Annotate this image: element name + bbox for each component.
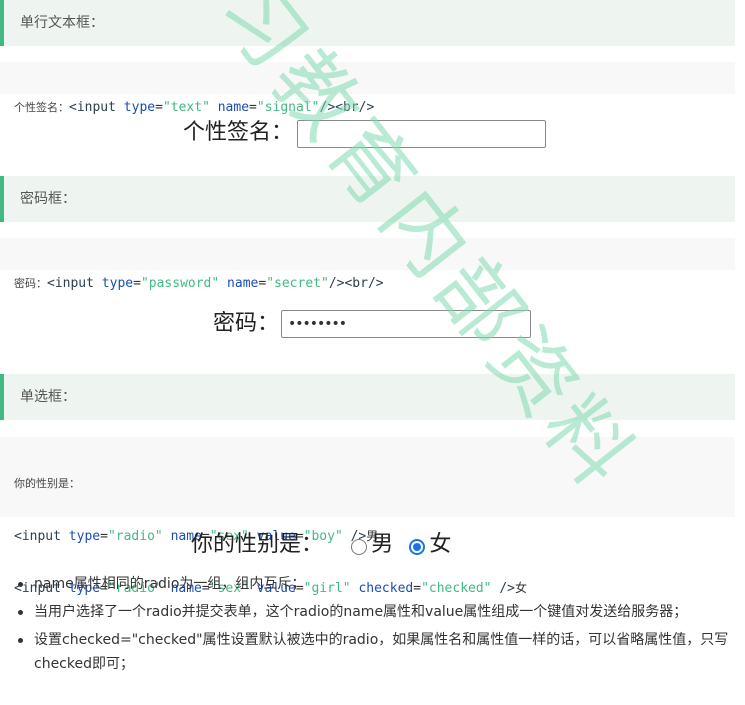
- code-tag: <input: [69, 100, 116, 115]
- bullet-icon: [18, 582, 23, 587]
- code-comment: 你的性别是：: [14, 477, 80, 490]
- code-string: "radio": [107, 529, 163, 544]
- code-string: "text": [162, 100, 210, 115]
- code-block-radio: 你的性别是： <input type="radio" name="sex" va…: [0, 437, 735, 596]
- note-text: name属性相同的radio为一组，组内互斥；: [34, 576, 306, 592]
- code-tag: /><br/>: [319, 100, 375, 115]
- gender-label: 你的性别是：: [191, 532, 324, 557]
- notes-list: name属性相同的radio为一组，组内互斥； 当用户选择了一个radio并提交…: [14, 572, 736, 680]
- radio-female[interactable]: [409, 538, 426, 555]
- code-attr: type: [68, 529, 101, 544]
- code-attr: type: [123, 100, 156, 115]
- section-heading-text-box: 单行文本框：: [0, 0, 735, 46]
- radio-female-label: 女: [429, 532, 452, 557]
- section-heading-radio: 单选框：: [0, 374, 735, 420]
- bullet-icon: [18, 638, 23, 643]
- note-text: 当用户选择了一个radio并提交表单，这个radio的name属性和value属…: [34, 604, 688, 620]
- list-item: 设置checked="checked"属性设置默认被选中的radio，如果属性名…: [14, 628, 736, 676]
- code-label: 个性签名：: [14, 101, 69, 114]
- code-tag: <input: [47, 276, 94, 291]
- code-attr: name: [227, 276, 259, 291]
- password-label: 密码：: [213, 311, 280, 336]
- code-block-text-box: 个性签名：<input type="text" name="signal"/><…: [0, 62, 735, 115]
- signature-input[interactable]: [297, 120, 546, 148]
- code-attr: name: [217, 100, 250, 115]
- code-label: 密码：: [14, 277, 47, 290]
- radio-male[interactable]: [351, 538, 368, 555]
- signature-label: 个性签名：: [183, 120, 294, 145]
- bullet-icon: [18, 610, 23, 615]
- code-tag: /><br/>: [328, 276, 384, 291]
- code-string: "password": [140, 276, 220, 291]
- list-item: name属性相同的radio为一组，组内互斥；: [14, 572, 736, 596]
- code-tag: <input: [14, 529, 61, 544]
- password-input[interactable]: ••••••••: [281, 310, 531, 338]
- code-string: "secret": [266, 276, 329, 291]
- radio-male-label: 男: [371, 532, 394, 557]
- code-block-password: 密码：<input type="password" name="secret"/…: [0, 238, 735, 291]
- note-text: 设置checked="checked"属性设置默认被选中的radio，如果属性名…: [34, 632, 729, 672]
- gender-demo: 你的性别是： 男 女: [191, 528, 451, 562]
- code-attr: type: [101, 276, 134, 291]
- list-item: 当用户选择了一个radio并提交表单，这个radio的name属性和value属…: [14, 600, 736, 624]
- section-heading-password: 密码框：: [0, 176, 735, 222]
- code-string: "signal": [256, 100, 320, 115]
